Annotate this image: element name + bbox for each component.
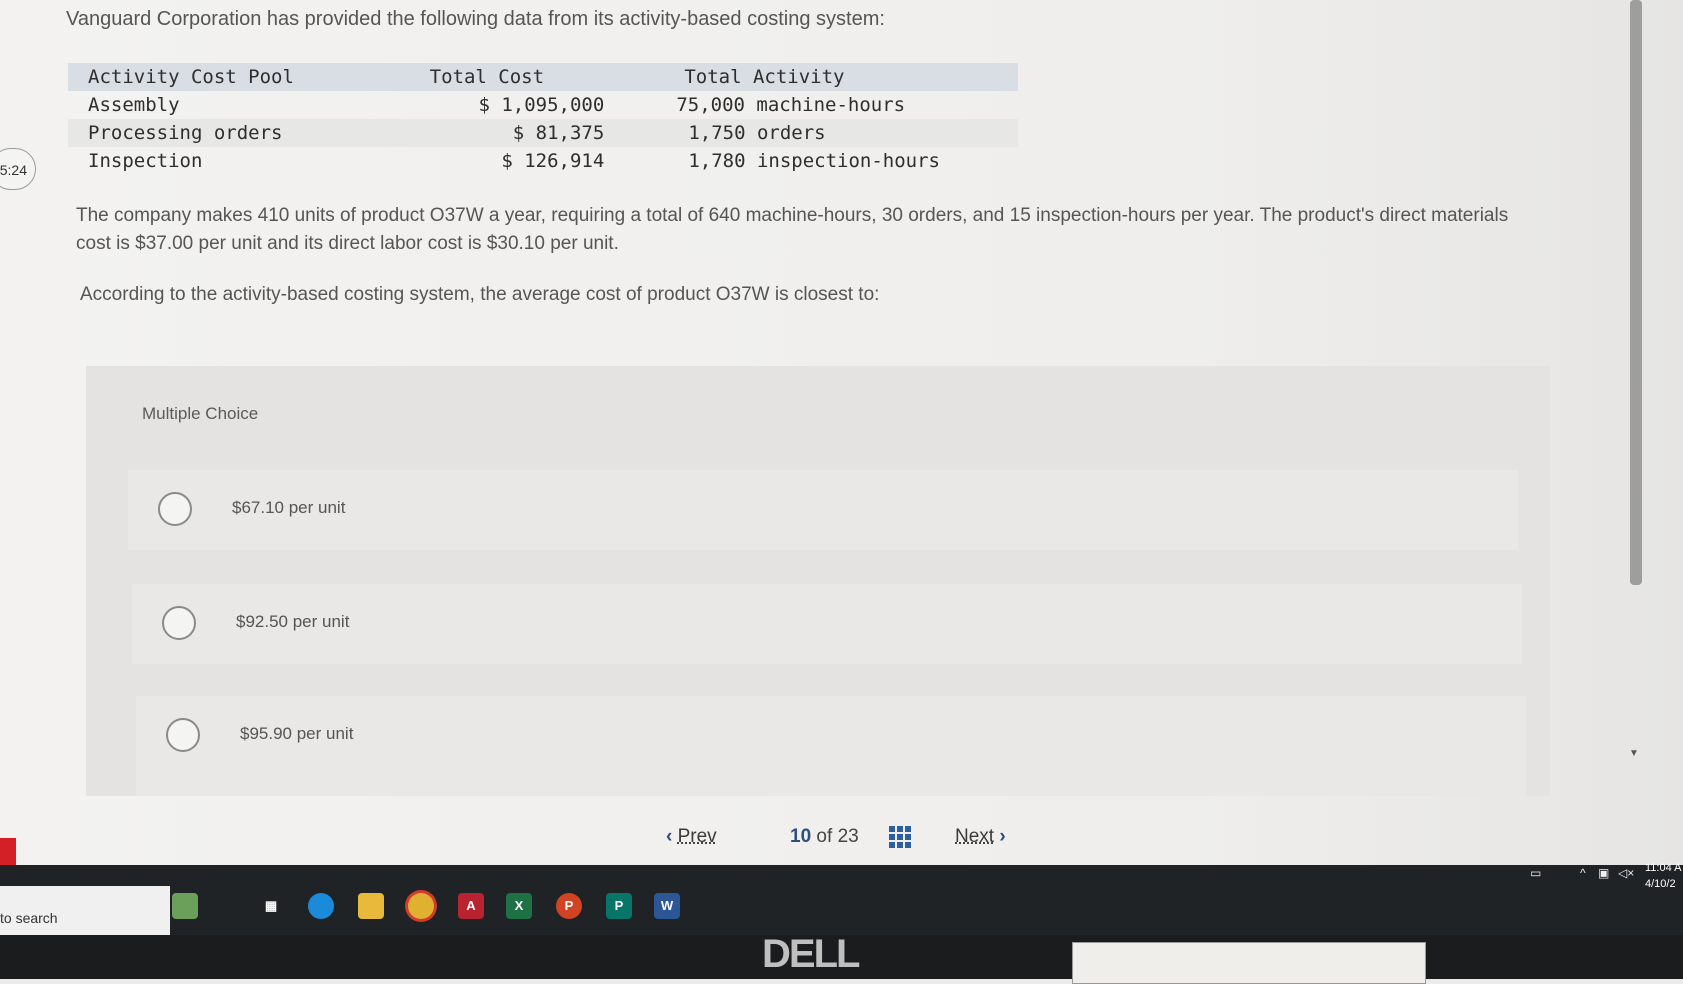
table-cell: 75,000 machine-hours bbox=[676, 93, 906, 116]
scrollbar-thumb[interactable] bbox=[1630, 0, 1642, 585]
scroll-down-icon[interactable]: ▼ bbox=[1629, 748, 1639, 759]
answer-option-label: $92.50 per unit bbox=[236, 612, 350, 631]
column-header: Total Cost bbox=[429, 65, 545, 88]
timer-badge: 5:24 bbox=[0, 148, 36, 190]
paper-note bbox=[1072, 942, 1426, 984]
word-app-icon[interactable]: W bbox=[654, 893, 680, 919]
page-indicator: 10 of 23 bbox=[790, 826, 859, 848]
tray-meet-icon[interactable]: ▭ bbox=[1530, 866, 1541, 880]
prev-button[interactable]: ‹ Prev bbox=[666, 826, 717, 848]
answer-option-label: $67.10 per unit bbox=[232, 498, 346, 517]
tray-overflow-chevron-icon[interactable]: ^ bbox=[1580, 866, 1586, 880]
table-cell: 1,750 orders bbox=[688, 121, 826, 144]
answer-option[interactable]: $92.50 per unit bbox=[132, 584, 1522, 664]
taskbar-search-text: to search bbox=[0, 910, 58, 926]
answer-option[interactable]: $95.90 per unit bbox=[136, 696, 1526, 796]
task-view-icon[interactable]: ▦ bbox=[258, 893, 284, 919]
access-app-icon[interactable]: A bbox=[458, 893, 484, 919]
table-cell: Inspection bbox=[88, 149, 203, 172]
table-cell: Processing orders bbox=[88, 121, 283, 144]
table-cell: 1,780 inspection-hours bbox=[688, 149, 940, 172]
volume-muted-icon[interactable]: ◁× bbox=[1618, 866, 1634, 880]
publisher-app-icon[interactable]: P bbox=[606, 893, 632, 919]
next-button[interactable]: Next › bbox=[955, 826, 1006, 848]
network-icon[interactable]: ▣ bbox=[1598, 866, 1609, 880]
radio-button[interactable] bbox=[158, 492, 192, 526]
chrome-browser-icon[interactable] bbox=[408, 893, 434, 919]
widgets-icon[interactable] bbox=[172, 893, 198, 919]
table-header-row: Activity Cost Pool Total Cost Total Acti… bbox=[68, 63, 1018, 91]
question-grid-icon[interactable] bbox=[889, 826, 911, 848]
windows-taskbar bbox=[0, 865, 1683, 935]
edge-browser-icon[interactable] bbox=[308, 893, 334, 919]
chevron-right-icon: › bbox=[999, 826, 1006, 847]
table-cell: $ 81,375 bbox=[512, 121, 605, 144]
radio-button[interactable] bbox=[166, 718, 200, 752]
answer-option-label: $95.90 per unit bbox=[240, 724, 354, 743]
total-pages: 23 bbox=[837, 826, 859, 847]
taskbar-clock[interactable]: 11:04 A 4/10/2 bbox=[1645, 860, 1682, 892]
table-cell: Assembly bbox=[88, 93, 180, 116]
clock-date: 4/10/2 bbox=[1645, 878, 1676, 890]
question-intro: Vanguard Corporation has provided the fo… bbox=[66, 8, 885, 30]
chevron-left-icon: ‹ bbox=[666, 826, 673, 847]
multiple-choice-panel: Multiple Choice $67.10 per unit $92.50 p… bbox=[86, 366, 1550, 796]
clock-time: 11:04 A bbox=[1645, 862, 1682, 874]
powerpoint-app-icon[interactable]: P bbox=[556, 893, 582, 919]
file-explorer-icon[interactable] bbox=[358, 893, 384, 919]
excel-app-icon[interactable]: X bbox=[506, 893, 532, 919]
table-row: Inspection $ 126,914 1,780 inspection-ho… bbox=[68, 147, 1018, 175]
activity-cost-table: Activity Cost Pool Total Cost Total Acti… bbox=[68, 63, 1018, 175]
table-row: Processing orders $ 81,375 1,750 orders bbox=[68, 119, 1018, 147]
answer-option[interactable]: $67.10 per unit bbox=[128, 470, 1518, 550]
table-row: Assembly $ 1,095,000 75,000 machine-hour… bbox=[68, 91, 1018, 119]
prev-label: Prev bbox=[677, 826, 717, 847]
multiple-choice-label: Multiple Choice bbox=[142, 404, 259, 423]
radio-button[interactable] bbox=[162, 606, 196, 640]
current-page: 10 bbox=[790, 826, 812, 847]
column-header: Total Activity bbox=[684, 65, 845, 88]
browser-viewport: 5:24 Vanguard Corporation has provided t… bbox=[0, 0, 1683, 865]
table-cell: $ 1,095,000 bbox=[478, 93, 605, 116]
column-header: Activity Cost Pool bbox=[88, 65, 294, 88]
dell-logo: DELL bbox=[762, 932, 860, 976]
of-label: of bbox=[816, 826, 833, 847]
next-label: Next bbox=[955, 826, 995, 847]
question-prompt: According to the activity-based costing … bbox=[80, 284, 880, 305]
question-details: The company makes 410 units of product O… bbox=[76, 205, 1509, 254]
table-cell: $ 126,914 bbox=[501, 149, 605, 172]
